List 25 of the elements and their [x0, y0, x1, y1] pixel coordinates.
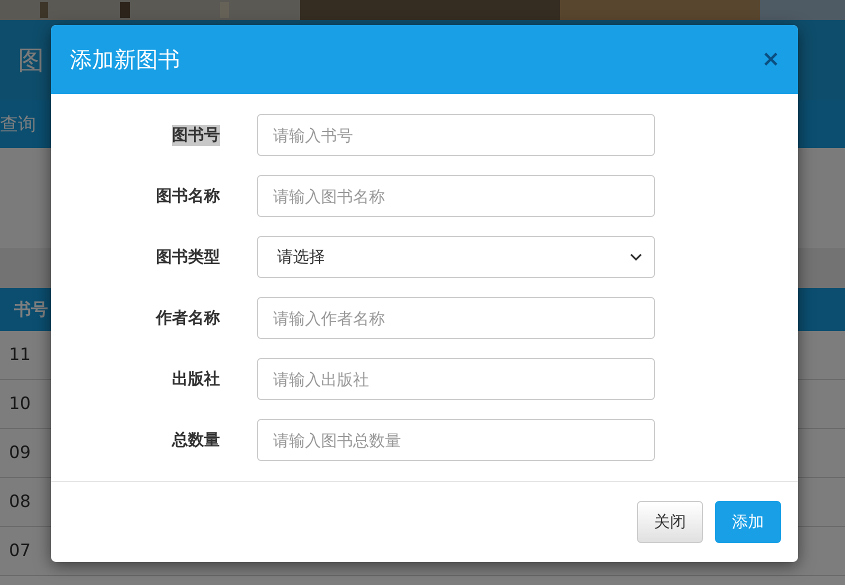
table-cell: 07 — [9, 541, 31, 561]
dialog-title: 添加新图书 — [70, 46, 180, 74]
column-header: 书号 — [14, 299, 48, 321]
input-field[interactable]: 请输入作者名称 — [257, 297, 655, 339]
close-button[interactable]: × — [762, 47, 780, 72]
input-field[interactable]: 请输入图书名称 — [257, 175, 655, 217]
field-label: 图书类型 — [156, 246, 220, 268]
input-field[interactable]: 请输入出版社 — [257, 358, 655, 400]
chevron-down-icon — [630, 253, 642, 261]
table-cell: 09 — [9, 443, 31, 463]
field-label: 图书名称 — [156, 186, 220, 206]
page-title: 图 — [18, 44, 44, 78]
input-field[interactable]: 请输入书号 — [257, 114, 655, 156]
input-field[interactable]: 请输入图书总数量 — [257, 419, 655, 461]
select-field[interactable]: 请选择 — [257, 236, 655, 278]
field-label: 出版社 — [172, 368, 220, 390]
table-cell: 10 — [9, 394, 31, 414]
table-cell: 08 — [9, 492, 31, 512]
table-cell: 11 — [9, 345, 31, 365]
field-label: 图书号 — [172, 124, 220, 146]
close-dialog-button[interactable]: 关闭 — [637, 501, 703, 543]
add-button[interactable]: 添加 — [715, 501, 781, 543]
field-label: 总数量 — [172, 430, 220, 450]
field-label: 作者名称 — [156, 308, 220, 328]
query-tab[interactable]: 查询 — [0, 112, 36, 136]
